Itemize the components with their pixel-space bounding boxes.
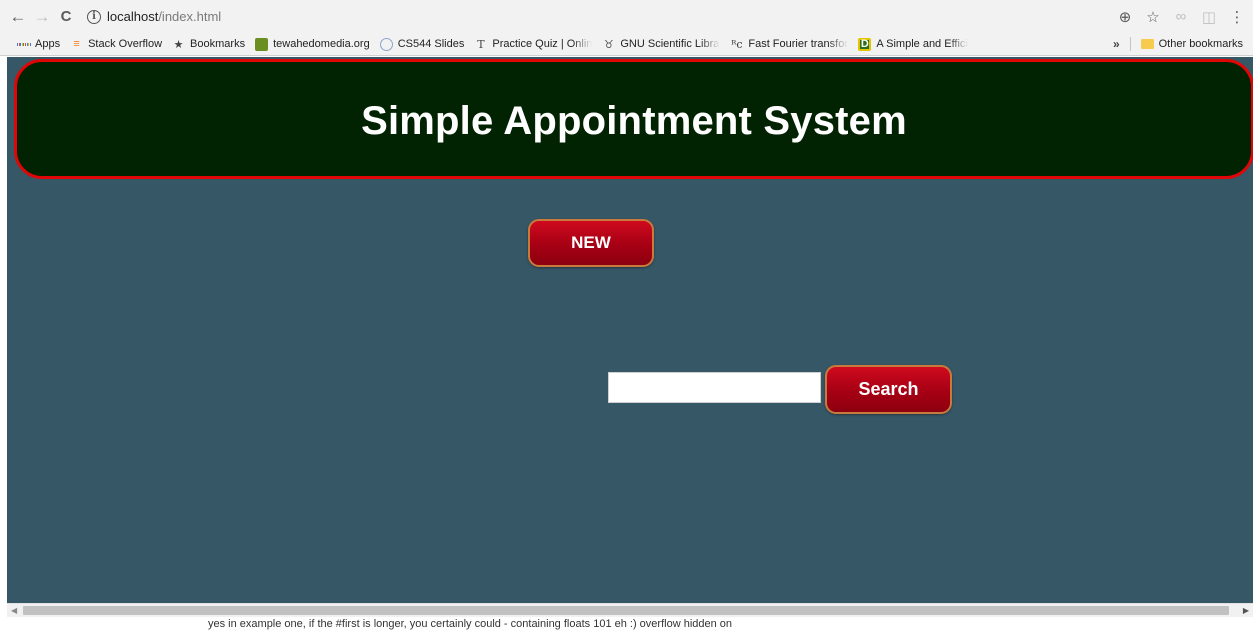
other-bookmarks-link[interactable]: Other bookmarks (1159, 38, 1243, 50)
bookmark-simple-and-efficient[interactable]: D A Simple and Efficient (858, 37, 968, 51)
globe-icon (379, 37, 393, 51)
bookmark-label: Practice Quiz | Online (492, 38, 593, 50)
bookmark-practice-quiz[interactable]: T Practice Quiz | Online (474, 38, 592, 51)
bookmarks-overflow-button[interactable]: » (1113, 37, 1120, 51)
address-bar[interactable]: i localhost/index.html (81, 4, 1117, 30)
scroll-left-arrow-icon[interactable]: ◀ (11, 606, 17, 615)
bookmark-tewahedomedia[interactable]: tewahedomedia.org (255, 37, 370, 51)
bookmark-apps[interactable]: Apps (17, 38, 60, 51)
bookmarks-right: » Other bookmarks (1113, 37, 1243, 51)
bookmark-label: GNU Scientific Library (620, 38, 721, 50)
extension-icon-2[interactable]: ◫ (1201, 8, 1217, 26)
menu-kebab-icon[interactable]: ⋮ (1229, 8, 1245, 26)
extension-icon[interactable]: ∞ (1173, 8, 1189, 25)
bookmark-label: tewahedomedia.org (273, 38, 370, 50)
star-icon: ★ (173, 38, 184, 51)
url-host: localhost (107, 9, 159, 24)
scroll-right-arrow-icon[interactable]: ▶ (1243, 606, 1249, 615)
bookmark-label: Fast Fourier transform (748, 38, 849, 50)
background-window-strip: yes in example one, if the #first is lon… (0, 617, 1253, 630)
bookmark-cs544-slides[interactable]: CS544 Slides (379, 37, 465, 51)
stackoverflow-icon: ≡ (73, 38, 80, 50)
bookmark-star-icon[interactable]: ☆ (1145, 8, 1161, 26)
back-arrow-icon[interactable]: ← (7, 6, 29, 28)
bookmark-fast-fourier-transform[interactable]: ᴿc Fast Fourier transform (730, 38, 848, 51)
bookmark-label: Bookmarks (190, 38, 246, 50)
site-favicon-icon (255, 37, 269, 51)
bookmark-stack-overflow[interactable]: ≡ Stack Overflow (70, 38, 162, 51)
window-left-edge (0, 57, 7, 630)
toolbar-right-icons: ⊕ ☆ ∞ ◫ ⋮ (1117, 8, 1245, 26)
url-path: /index.html (158, 9, 222, 24)
bookmark-label: CS544 Slides (397, 38, 465, 50)
gnu-favicon-icon: ♉ (603, 38, 614, 51)
search-input[interactable] (608, 372, 821, 403)
page-title: Simple Appointment System (361, 98, 907, 143)
app-header: Simple Appointment System (14, 59, 1253, 179)
folder-icon (1140, 39, 1154, 49)
search-button[interactable]: Search (825, 365, 952, 414)
info-icon[interactable]: i (87, 9, 101, 24)
bookmark-gnu-scientific-library[interactable]: ♉ GNU Scientific Library (602, 38, 720, 51)
background-text: yes in example one, if the #first is lon… (208, 618, 733, 630)
browser-toolbar: ← → C i localhost/index.html ⊕ ☆ ∞ ◫ ⋮ (0, 0, 1253, 33)
rc-favicon-icon: ᴿc (731, 37, 743, 51)
page-viewport: Simple Appointment System NEW Search (7, 57, 1253, 603)
t-favicon-icon: T (477, 37, 485, 51)
bookmark-label: Apps (35, 38, 61, 50)
bookmark-bookmarks[interactable]: ★ Bookmarks (172, 38, 245, 51)
apps-grid-icon (17, 38, 30, 51)
reload-icon[interactable]: C (55, 6, 77, 28)
zoom-icon[interactable]: ⊕ (1117, 8, 1133, 26)
divider (1129, 37, 1131, 51)
horizontal-scrollbar[interactable]: ◀ ▶ (7, 603, 1253, 617)
bookmark-label: Stack Overflow (88, 38, 163, 50)
d-favicon-icon: D (858, 37, 872, 51)
bookmarks-bar: Apps ≡ Stack Overflow ★ Bookmarks tewahe… (0, 33, 1253, 56)
forward-arrow-icon[interactable]: → (31, 6, 53, 28)
new-appointment-button[interactable]: NEW (528, 219, 654, 267)
scrollbar-thumb[interactable] (23, 606, 1229, 615)
bookmark-label: A Simple and Efficient (876, 38, 968, 50)
